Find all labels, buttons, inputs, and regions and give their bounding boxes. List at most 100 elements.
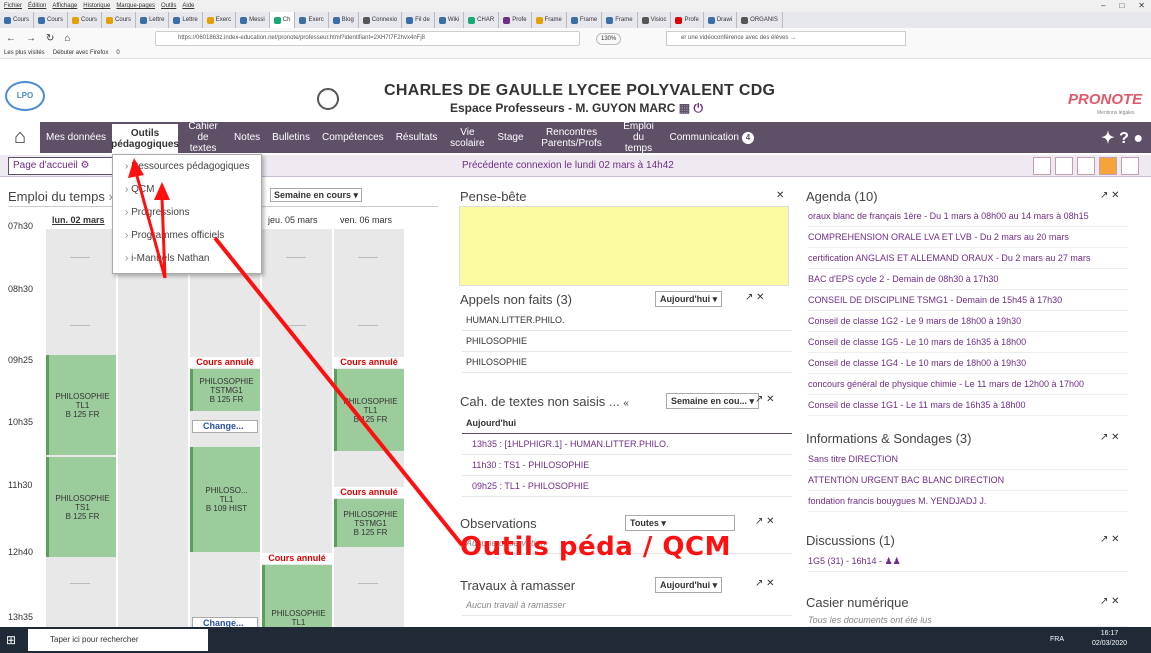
agenda-item[interactable]: certification ANGLAIS ET ALLEMAND ORAUX … [808,248,1128,269]
expand-icon[interactable]: ↗ ✕ [755,394,775,405]
nav-vie-scolaire[interactable]: Vie scolaire [443,127,491,149]
discussion-item[interactable]: 1G5 (31) - 16h14 - ♟♟ [808,551,1128,572]
nav-emploi-du-temps[interactable]: Emploi du temps [614,121,664,154]
browser-tab[interactable]: Profe [671,12,704,28]
browser-tab[interactable]: Cours [34,12,69,28]
agenda-item[interactable]: Conseil de classe 1G1 - Le 11 mars de 16… [808,395,1128,416]
qr-code-icon[interactable]: ▦ [679,101,690,115]
browser-tab[interactable]: CHAR [464,12,500,28]
expand-icon[interactable]: ↗ ✕ [1100,596,1120,607]
appels-filter[interactable]: Aujourd'hui ▾ [655,291,723,307]
course-block[interactable]: PHILOSO... TL1 B 109 HIST [190,447,260,552]
avatar[interactable] [317,88,339,110]
note-icon[interactable] [1099,157,1117,175]
agenda-item[interactable]: concours général de physique chimie - Le… [808,374,1128,395]
home-page-button[interactable]: Page d'accueil ⚙ [8,157,118,175]
nav-bulletins[interactable]: Bulletins [266,132,316,143]
lang-indicator[interactable]: FRA [1050,636,1064,643]
list-item[interactable]: 11h30 : TS1 - PHILOSOPHIE [462,455,792,476]
expand-icon[interactable]: ↗ ✕ [755,516,775,527]
menu-aide[interactable]: Aide [182,0,194,12]
list-item[interactable]: 09h25 : TL1 - PHILOSOPHIE [462,476,792,497]
legal-mentions-link[interactable]: Mentions légales [1097,110,1135,116]
nav-notes[interactable]: Notes [228,132,266,143]
nav-rencontres[interactable]: Rencontres Parents/Profs [530,127,614,149]
pense-bete-area[interactable] [459,206,789,286]
cahier-filter[interactable]: Semaine en cou... ▾ [666,393,760,409]
agenda-item[interactable]: Conseil de classe 1G4 - Le 10 mars de 18… [808,353,1128,374]
home-icon[interactable]: ⌂ [64,33,70,44]
browser-tab[interactable]: Drawi [704,12,738,28]
browser-tab[interactable]: Lettre [136,12,170,28]
bookmark-most-visited[interactable]: Les plus visités [4,48,45,58]
browser-tab[interactable]: Frame [602,12,638,28]
week-select[interactable]: Semaine en cours ▾ [270,188,363,202]
course-block[interactable]: PHILOSOPHIE TL1 B 125 FR [334,369,404,451]
list-item[interactable]: PHILOSOPHIE [462,331,792,352]
course-block[interactable]: PHILOSOPHIE TSTMG1 B 125 FR [190,369,260,411]
browser-tab[interactable]: Cours [68,12,103,28]
minimize-icon[interactable]: – [1101,0,1105,12]
agenda-item[interactable]: Conseil de classe 1G2 - Le 9 mars de 18h… [808,311,1128,332]
close-icon[interactable]: ✕ [1138,0,1145,12]
menu-marque-pages[interactable]: Marque-pages [116,0,155,12]
info-item[interactable]: ATTENTION URGENT BAC BLANC DIRECTION [808,470,1128,491]
browser-tab[interactable]: Exerc [295,12,329,28]
bookmark-folder[interactable]: 0 [116,48,119,58]
day-header[interactable]: jeu. 05 mars [268,215,318,225]
browser-tab[interactable]: Frame [567,12,603,28]
day-header[interactable]: ven. 06 mars [340,215,392,225]
expand-icon[interactable]: ↗ ✕ [755,578,775,589]
browser-tab[interactable]: Cours [102,12,137,28]
expand-icon[interactable]: ↗ ✕ [1100,432,1120,443]
home-button[interactable]: ⌂ [0,122,40,153]
nav-communication[interactable]: Communication 4 [664,131,760,144]
menu-outils[interactable]: Outils [161,0,176,12]
maximize-icon[interactable]: □ [1119,0,1124,12]
menu-item-ressources[interactable]: Ressources pédagogiques [113,155,261,178]
browser-tab[interactable]: Exerc [203,12,237,28]
browser-tab[interactable]: Connexio [359,12,403,28]
list-item[interactable]: HUMAN.LITTER.PHILO. [462,310,792,331]
agenda-item[interactable]: CONSEIL DE DISCIPLINE TSMG1 - Demain de … [808,290,1128,311]
browser-tab[interactable]: Lettre [169,12,203,28]
browser-tab[interactable]: Cours [0,12,35,28]
agenda-item[interactable]: BAC d'EPS cycle 2 - Demain de 08h30 à 17… [808,269,1128,290]
chat-icon[interactable]: ● [1133,130,1143,147]
expand-icon[interactable]: ↗ ✕ [1100,190,1120,201]
twitter-icon[interactable]: ✦ [1101,130,1114,147]
menu-item-progressions[interactable]: Progressions [113,201,261,224]
nav-outils-pedagogiques[interactable]: Outils pédagogiques [111,122,179,153]
help-icon[interactable]: ? [1119,130,1129,147]
list-item[interactable]: PHILOSOPHIE [462,352,792,373]
browser-tab[interactable]: ORGANIS [737,12,783,28]
browser-tab[interactable]: Profe [499,12,532,28]
expand-icon[interactable]: ↗ ✕ [745,292,765,303]
forward-icon[interactable]: → [26,33,36,44]
nav-cahier-de-textes[interactable]: Cahier de textes [178,121,228,154]
change-label[interactable]: Change... [192,420,258,433]
back-icon[interactable]: ← [6,33,16,44]
browser-tab[interactable]: Frame [532,12,567,28]
browser-tab[interactable]: Blog [329,12,359,28]
windows-start-icon[interactable]: ⊞ [6,633,20,647]
menu-edition[interactable]: Édition [28,0,46,12]
observations-filter[interactable]: Toutes ▾ [625,515,735,531]
menu-item-imanuels[interactable]: i-Manuels Nathan [113,247,261,270]
power-icon[interactable]: ⏻ [693,101,703,115]
list-item[interactable]: 13h35 : [1HLPHIGR.1] - HUMAN.LITTER.PHIL… [462,434,792,455]
browser-tab[interactable]: Messi [236,12,270,28]
nav-mes-donnees[interactable]: Mes données [40,132,112,143]
course-block[interactable]: PHILOSOPHIE TL1 [262,565,332,627]
menu-fichier[interactable]: Fichier [4,0,22,12]
mail-icon[interactable] [1077,157,1095,175]
info-item[interactable]: fondation francis bouygues M. YENDJADJ J… [808,491,1128,512]
browser-tab[interactable]: Ch [269,12,296,28]
nav-stage[interactable]: Stage [491,132,529,143]
reload-icon[interactable]: ↻ [46,33,54,44]
menu-item-qcm[interactable]: QCM [113,178,261,201]
browser-tab[interactable]: Visioc [638,12,672,28]
alert-icon[interactable] [1121,157,1139,175]
menu-item-programmes[interactable]: Programmes officiels [113,224,261,247]
course-block[interactable]: PHILOSOPHIE TL1 B 125 FR [46,355,116,455]
